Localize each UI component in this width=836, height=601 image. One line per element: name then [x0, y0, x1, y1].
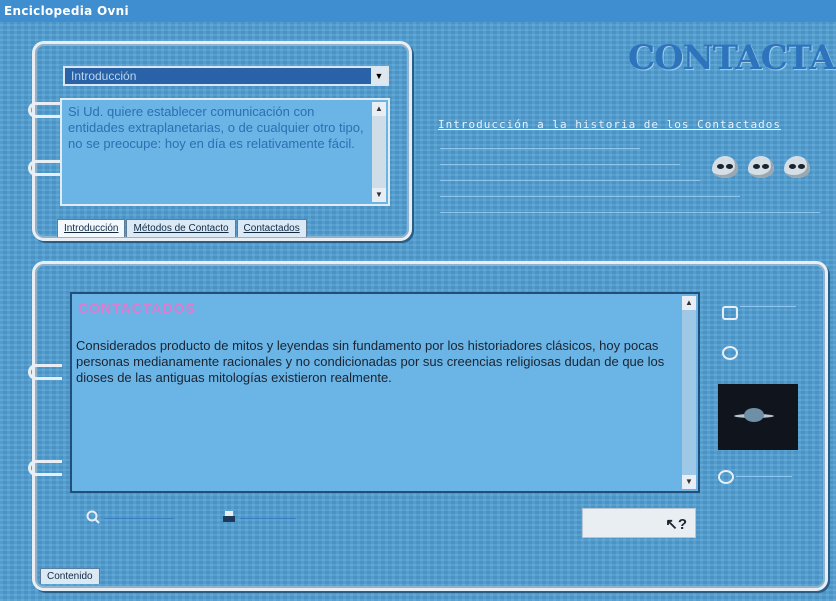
intro-scrollbar[interactable]: ▲ ▼ — [372, 102, 386, 202]
content-text: Considerados producto de mitos y leyenda… — [76, 338, 665, 385]
scroll-up-icon[interactable]: ▲ — [372, 102, 386, 116]
scroll-down-icon[interactable]: ▼ — [682, 475, 696, 489]
alien-head-icon — [712, 156, 738, 178]
content-scrollbar[interactable]: ▲ ▼ — [682, 296, 696, 489]
intro-text-box: Si Ud. quiere establecer comunicación co… — [60, 98, 390, 206]
link-icon[interactable] — [722, 306, 738, 320]
help-button[interactable]: ↖? — [582, 508, 696, 538]
right-panel-heading[interactable]: Introducción a la historia de los Contac… — [438, 118, 781, 131]
content-title: CONTACTADOS — [78, 300, 196, 316]
search-icon[interactable] — [86, 510, 100, 524]
print-icon[interactable] — [222, 510, 236, 524]
text-line — [440, 180, 700, 181]
saturn-thumbnail[interactable] — [718, 384, 798, 450]
content-text-box: CONTACTADOS Considerados producto de mit… — [70, 292, 700, 493]
search-link-line[interactable] — [104, 518, 174, 519]
section-select-value: Introducción — [71, 69, 137, 83]
side-link-line[interactable] — [736, 476, 792, 477]
window-title-bar: Enciclopedia Ovni — [0, 0, 836, 22]
tab-introduccion[interactable]: Introducción — [57, 219, 126, 237]
chevron-down-icon[interactable]: ▼ — [371, 68, 387, 84]
scroll-down-icon[interactable]: ▼ — [372, 188, 386, 202]
intro-text: Si Ud. quiere establecer comunicación co… — [68, 104, 364, 151]
binder-ring — [28, 460, 62, 476]
text-line — [440, 164, 680, 165]
tab-contenido[interactable]: Contenido — [40, 568, 100, 584]
tab-strip: Introducción Métodos de Contacto Contact… — [57, 219, 308, 237]
binder-ring — [28, 102, 62, 118]
help-cursor-icon: ↖? — [665, 516, 687, 533]
side-link-line[interactable] — [740, 306, 796, 307]
tab-contactados[interactable]: Contactados — [236, 219, 307, 237]
text-line — [440, 212, 820, 213]
scroll-up-icon[interactable]: ▲ — [682, 296, 696, 310]
alien-head-icon — [784, 156, 810, 178]
binder-ring — [28, 364, 62, 380]
planet-icon — [744, 408, 764, 422]
tab-metodos-de-contacto[interactable]: Métodos de Contacto — [126, 219, 236, 237]
section-brand-title: CONTACTADOS — [628, 38, 836, 78]
text-line — [440, 148, 640, 149]
print-link-line[interactable] — [240, 518, 296, 519]
text-line — [440, 196, 740, 197]
binder-ring — [28, 160, 62, 176]
section-select[interactable]: Introducción ▼ — [63, 66, 389, 86]
zoom-icon[interactable] — [718, 470, 734, 484]
alien-head-icon — [748, 156, 774, 178]
audio-icon[interactable] — [722, 346, 738, 360]
